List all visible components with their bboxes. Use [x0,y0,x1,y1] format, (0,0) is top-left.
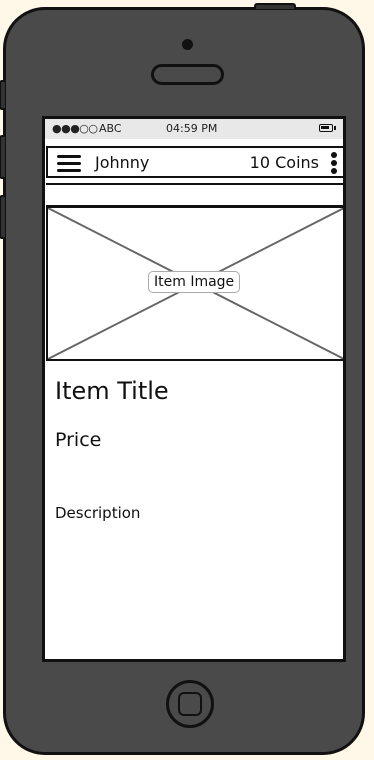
status-time: 04:59 PM [166,122,218,135]
phone-screen: ●●●○○ ABC 04:59 PM Johnny 10 Coins Item … [42,116,346,662]
item-title: Item Title [55,377,169,405]
home-button-icon [178,692,202,716]
item-description: Description [55,504,141,522]
subheader-bar [46,183,343,207]
carrier-label: ABC [99,122,122,135]
username-label: Johnny [95,153,150,172]
signal-indicator: ●●●○○ [52,122,98,135]
speaker-slot [151,64,224,85]
battery-icon [319,124,336,132]
page: ●●●○○ ABC 04:59 PM Johnny 10 Coins Item … [0,0,374,760]
phone-frame: ●●●○○ ABC 04:59 PM Johnny 10 Coins Item … [0,3,365,755]
phone-volume-up-button [0,135,5,179]
phone-volume-down-button [0,195,5,239]
status-bar: ●●●○○ ABC 04:59 PM [45,119,343,139]
item-image-label: Item Image [148,271,241,293]
item-price: Price [55,429,102,451]
hamburger-icon[interactable] [57,152,81,176]
camera-dot [182,39,193,50]
item-image-placeholder: Item Image [46,206,343,361]
home-button[interactable] [166,680,214,728]
phone-side-button [0,80,5,110]
coins-label: 10 Coins [249,153,319,172]
nav-bar: Johnny 10 Coins [46,146,343,178]
phone-top-button [254,3,296,9]
more-vertical-icon[interactable] [330,152,338,174]
